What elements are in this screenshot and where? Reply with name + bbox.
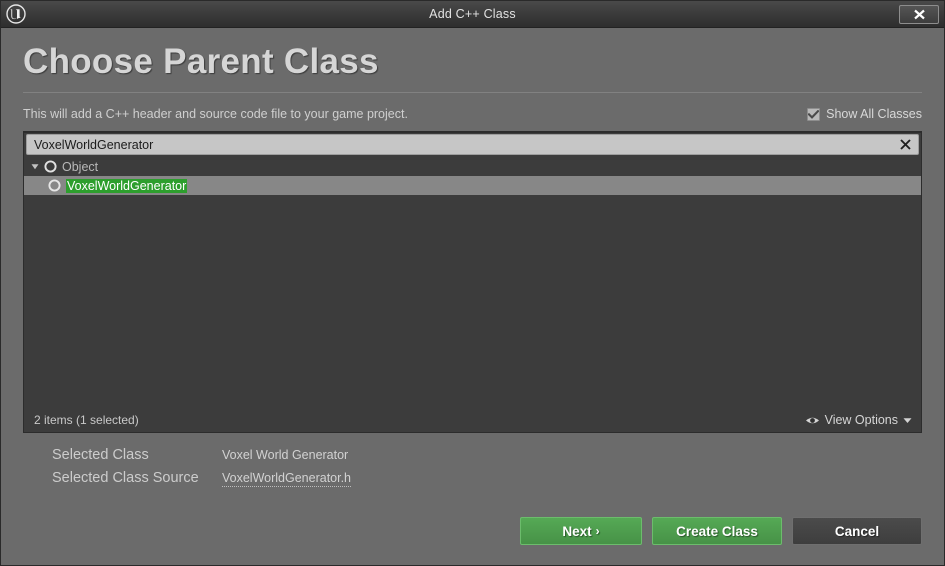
class-picker-panel: Object VoxelWorldGenerator 2 items (1 se…	[23, 131, 922, 434]
selected-class-source-row: Selected Class Source VoxelWorldGenerato…	[52, 470, 944, 493]
checkbox-box[interactable]	[807, 107, 821, 121]
window-controls	[899, 1, 944, 27]
view-options-button[interactable]: View Options	[802, 411, 915, 429]
selected-class-key: Selected Class	[52, 447, 149, 464]
tree-row-label: VoxelWorldGenerator	[66, 178, 188, 193]
page-title: Choose Parent Class	[23, 42, 379, 81]
cancel-button[interactable]: Cancel	[792, 517, 922, 545]
view-options-label: View Options	[824, 413, 898, 428]
next-button-label: Next	[562, 523, 592, 539]
subtitle-row: This will add a C++ header and source co…	[23, 93, 922, 121]
title-bar: Add C++ Class	[1, 1, 944, 28]
add-cpp-class-dialog: Add C++ Class Choose Parent Class This w…	[0, 0, 945, 566]
checkmark-icon	[808, 109, 820, 119]
selected-class-source-key: Selected Class Source	[52, 470, 199, 487]
next-button[interactable]: Next ›	[520, 517, 642, 545]
search-clear-button[interactable]	[896, 136, 914, 154]
chevron-right-icon: ›	[595, 524, 600, 538]
eye-icon	[805, 415, 820, 426]
class-tree[interactable]: Object VoxelWorldGenerator	[24, 155, 921, 408]
class-circle-icon	[42, 160, 58, 173]
class-picker-footer: 2 items (1 selected) View Options	[24, 408, 921, 432]
search-input[interactable]	[34, 135, 896, 155]
class-circle-icon	[46, 179, 62, 192]
expanded-triangle-icon[interactable]	[28, 162, 42, 171]
tree-row-object[interactable]: Object	[24, 157, 921, 176]
selection-info: Selected Class Voxel World Generator Sel…	[1, 433, 944, 493]
chevron-down-icon	[903, 417, 912, 424]
clear-x-icon	[899, 139, 911, 150]
create-class-button-label: Create Class	[676, 523, 758, 539]
item-count-label: 2 items (1 selected)	[34, 413, 139, 428]
show-all-classes-label: Show All Classes	[826, 107, 922, 122]
dialog-header: Choose Parent Class This will add a C++ …	[1, 28, 944, 121]
dialog-subtitle: This will add a C++ header and source co…	[23, 107, 408, 122]
tree-row-voxelworldgenerator[interactable]: VoxelWorldGenerator	[24, 176, 921, 196]
create-class-button[interactable]: Create Class	[652, 517, 782, 545]
tree-row-label: Object	[62, 159, 99, 174]
window-title: Add C++ Class	[429, 7, 516, 21]
cancel-button-label: Cancel	[834, 523, 880, 539]
close-button[interactable]	[899, 4, 939, 24]
show-all-classes-checkbox[interactable]: Show All Classes	[807, 107, 922, 121]
class-search-bar[interactable]	[26, 134, 919, 156]
selected-class-row: Selected Class Voxel World Generator	[52, 447, 944, 470]
close-icon	[913, 9, 925, 19]
dialog-footer: Next › Create Class Cancel	[1, 517, 944, 565]
selected-class-source-link[interactable]: VoxelWorldGenerator.h	[222, 471, 352, 488]
class-picker-wrapper: Object VoxelWorldGenerator 2 items (1 se…	[1, 121, 944, 434]
unreal-engine-logo-icon	[1, 1, 31, 28]
selected-class-value: Voxel World Generator	[222, 448, 349, 463]
